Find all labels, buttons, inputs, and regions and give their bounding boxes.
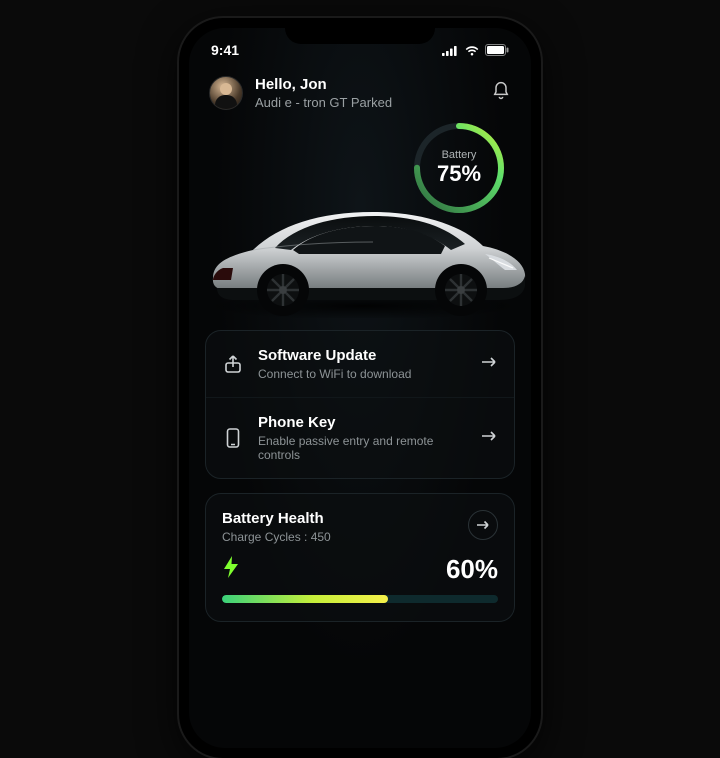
upload-icon (222, 354, 244, 374)
app-screen: 9:41 Hello, Jon Audi e - tron GT Parked (189, 28, 531, 748)
greeting-block: Hello, Jon Audi e - tron GT Parked (255, 76, 479, 110)
software-update-subtitle: Connect to WiFi to download (258, 367, 466, 381)
vehicle-hero: Battery 75% (189, 116, 531, 326)
battery-health-card[interactable]: Battery Health Charge Cycles : 450 60% (205, 493, 515, 622)
phone-notch (285, 18, 435, 44)
battery-health-title: Battery Health (222, 510, 331, 527)
battery-health-arrow-button[interactable] (468, 510, 498, 540)
vehicle-status-text: Audi e - tron GT Parked (255, 95, 479, 110)
phone-frame: 9:41 Hello, Jon Audi e - tron GT Parked (179, 18, 541, 758)
charge-cycles-text: Charge Cycles : 450 (222, 530, 331, 544)
status-time: 9:41 (211, 42, 239, 58)
phone-key-title: Phone Key (258, 414, 466, 431)
software-update-title: Software Update (258, 347, 466, 364)
header: Hello, Jon Audi e - tron GT Parked (189, 62, 531, 114)
battery-ring[interactable]: Battery 75% (411, 120, 507, 216)
chevron-right-icon (480, 355, 498, 374)
signal-icon (442, 45, 459, 56)
software-update-row[interactable]: Software Update Connect to WiFi to downl… (206, 331, 514, 397)
greeting-text: Hello, Jon (255, 76, 479, 93)
notification-bell-icon[interactable] (491, 81, 511, 106)
status-indicators (442, 44, 509, 56)
phone-key-row[interactable]: Phone Key Enable passive entry and remot… (206, 397, 514, 478)
lightning-bolt-icon (222, 556, 240, 583)
battery-ring-label: Battery (442, 149, 477, 161)
battery-health-bar-fill (222, 595, 388, 603)
phone-icon (222, 428, 244, 448)
battery-ring-percent: 75% (437, 161, 481, 187)
avatar[interactable] (209, 76, 243, 110)
wifi-icon (464, 45, 480, 56)
battery-icon (485, 44, 509, 56)
battery-health-percent: 60% (446, 554, 498, 585)
battery-health-bar (222, 595, 498, 603)
action-cards: Software Update Connect to WiFi to downl… (205, 330, 515, 479)
phone-key-subtitle: Enable passive entry and remote controls (258, 434, 466, 462)
chevron-right-icon (480, 429, 498, 448)
